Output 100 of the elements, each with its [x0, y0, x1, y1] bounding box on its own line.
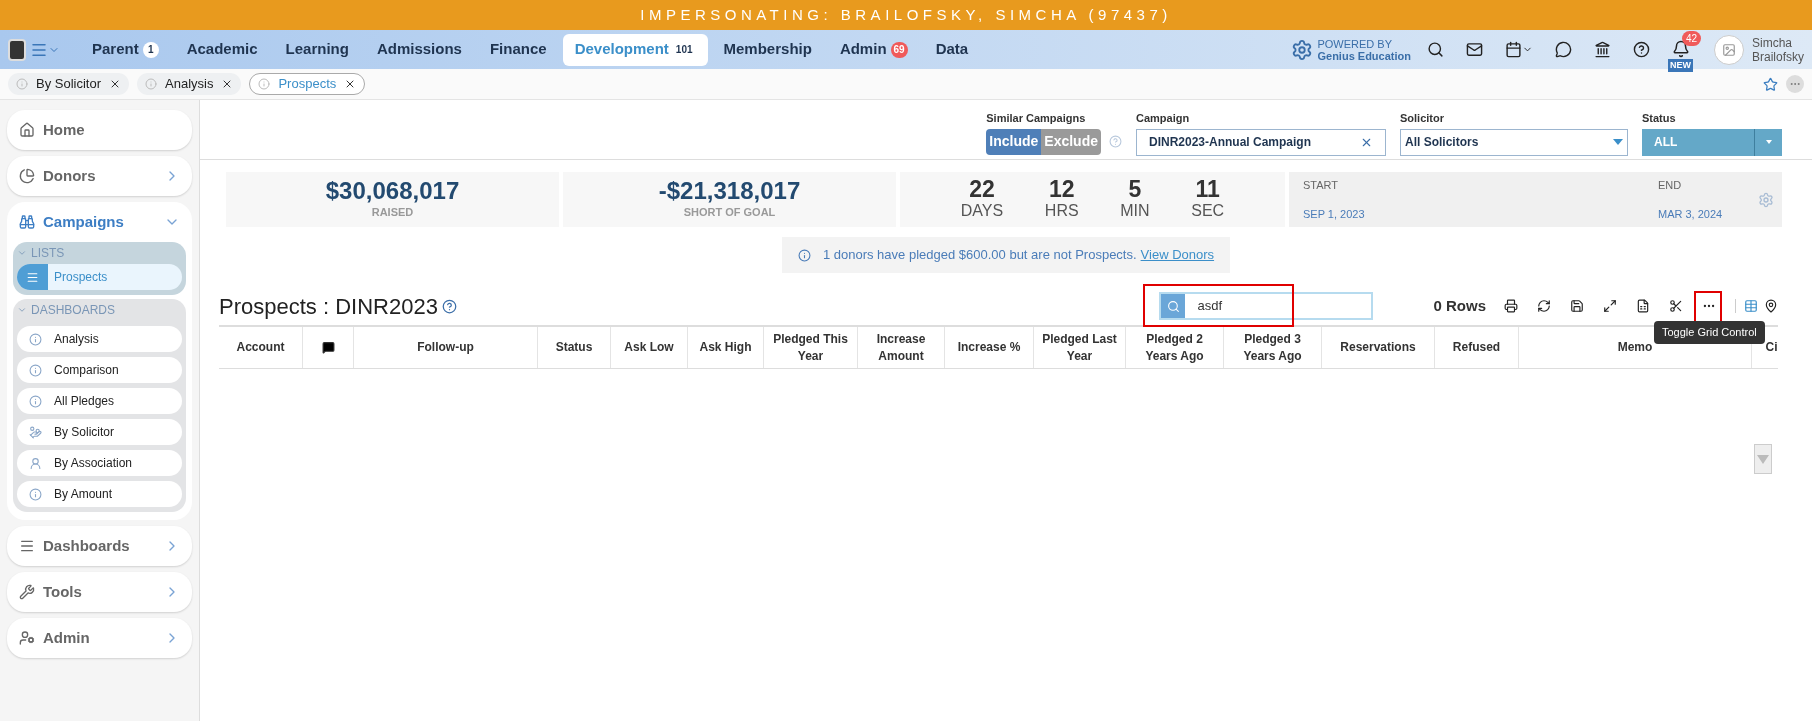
countdown-unit: MIN — [1120, 200, 1150, 221]
nav-tab[interactable]: Membership — [711, 33, 824, 66]
print-icon[interactable] — [1504, 299, 1518, 313]
column-header[interactable]: Pledged 2 Years Ago — [1126, 330, 1223, 365]
stat-label: RAISED — [371, 205, 414, 221]
mail-icon[interactable] — [1466, 41, 1483, 58]
campaign-field[interactable]: DINR2023-Annual Campaign — [1136, 128, 1386, 156]
countdown-unit: SEC — [1191, 200, 1225, 221]
column-header[interactable]: Pledged This Year — [764, 330, 857, 365]
grid-title: Prospects : DINR2023 — [219, 292, 438, 321]
nav-tab[interactable]: Development 101 — [562, 33, 708, 66]
countdown-value: 5 — [1128, 177, 1142, 200]
chat-icon[interactable] — [1555, 41, 1572, 58]
column-header[interactable]: Increase % — [953, 339, 1025, 356]
open-page-tab[interactable]: Analysis — [137, 73, 242, 95]
sidebar-item[interactable]: Campaigns — [7, 202, 192, 242]
refresh-icon[interactable] — [1537, 299, 1551, 313]
sidebar-subitem[interactable]: Comparison — [17, 357, 182, 383]
column-header[interactable]: Follow-up — [413, 339, 478, 356]
column-header[interactable]: Ask High — [695, 339, 756, 356]
nav-tab[interactable]: Finance — [477, 33, 559, 66]
count-badge: 69 — [890, 41, 908, 58]
search-icon[interactable] — [1427, 41, 1444, 58]
date-label: END — [1658, 178, 1683, 193]
sidebar-item[interactable]: Dashboards — [7, 526, 192, 566]
open-page-tab[interactable]: Prospects — [249, 73, 366, 95]
countdown-value: 22 — [969, 177, 995, 200]
caret-icon — [17, 248, 27, 258]
person-icon — [29, 456, 42, 470]
genius-logo-icon — [1291, 38, 1314, 61]
column-header[interactable]: Pledged Last Year — [1034, 330, 1125, 365]
sidebar-item[interactable]: Donors — [7, 156, 192, 196]
info-icon — [29, 394, 42, 408]
countdown-unit: HRS — [1044, 200, 1079, 221]
date-label: START — [1303, 178, 1340, 193]
row-count: 0 Rows — [1433, 295, 1486, 316]
sidebar-item[interactable]: Tools — [7, 572, 192, 612]
save-icon[interactable] — [1570, 299, 1584, 313]
powered-by-text: POWERED BY — [1317, 37, 1394, 50]
column-header[interactable]: Account — [232, 339, 289, 356]
new-tag: NEW — [1668, 58, 1693, 72]
notification-badge: 42 — [1682, 30, 1702, 46]
column-header[interactable]: Pledged 3 Years Ago — [1224, 330, 1321, 365]
sidebar-subitem[interactable]: Analysis — [17, 326, 182, 352]
notice-text: 1 donors have pledged $600.00 but are not Prospects. — [822, 246, 1137, 265]
calendar-menu-icon[interactable] — [1505, 41, 1533, 58]
sidebar-subitem[interactable]: All Pledges — [17, 388, 182, 414]
column-header[interactable]: Reservations — [1336, 339, 1420, 356]
nav-tab[interactable]: Academic — [174, 33, 270, 66]
school-logo-icon[interactable] — [8, 38, 26, 61]
tools-icon[interactable] — [1669, 299, 1683, 313]
column-header[interactable]: Ask Low — [620, 339, 678, 356]
open-page-tab[interactable]: By Solicitor — [8, 73, 130, 95]
wrench-icon — [19, 584, 35, 600]
expand-icon[interactable] — [1603, 299, 1617, 313]
nav-tab[interactable]: Parent 1 — [80, 33, 171, 66]
field-label: Campaign — [1136, 111, 1191, 126]
sidebar-subitem[interactable]: By Solicitor — [17, 419, 182, 445]
list-icon — [26, 270, 39, 284]
tooltip: Toggle Grid Control — [1654, 321, 1765, 344]
image-icon — [1722, 42, 1736, 57]
nav-tab[interactable]: Admissions — [364, 33, 474, 66]
column-header[interactable]: Increase Amount — [858, 330, 944, 365]
home-icon — [19, 122, 35, 138]
search-icon — [1167, 299, 1180, 313]
column-header[interactable]: Memo — [1613, 339, 1657, 356]
menu-icon — [19, 538, 35, 554]
info-icon — [29, 332, 42, 346]
countdown-value: 12 — [1048, 177, 1075, 200]
start-date: SEP 1, 2023 — [1303, 206, 1366, 222]
countdown-value: 11 — [1195, 177, 1220, 200]
favorite-star-icon[interactable] — [1763, 76, 1778, 92]
map-pin-icon[interactable] — [1764, 299, 1778, 313]
info-icon — [29, 487, 42, 501]
user-gear-icon — [19, 630, 35, 646]
pie-chart-icon — [19, 168, 35, 184]
help-icon[interactable] — [1633, 41, 1650, 58]
nav-tab[interactable]: Data — [923, 33, 981, 66]
caret-icon — [1765, 140, 1772, 144]
binoculars-icon — [19, 214, 35, 230]
field-label: Similar Campaigns — [986, 111, 1087, 126]
grid-search-field[interactable]: asdf — [1159, 292, 1374, 320]
info-icon — [16, 78, 28, 90]
impersonation-banner: IMPERSONATING: BRAILOFSKY, SIMCHA (97437) — [0, 0, 1812, 30]
comment-icon — [321, 341, 335, 354]
solicitor-dropdown[interactable]: All Solicitors — [1400, 128, 1628, 156]
column-header[interactable]: Status — [551, 339, 597, 356]
include-button[interactable]: Include — [986, 128, 1042, 155]
count-badge: 1 — [142, 41, 159, 58]
excel-file-icon[interactable] — [1636, 299, 1650, 313]
sidebar-subitem[interactable]: By Association — [17, 450, 182, 476]
sidebar-item[interactable]: Admin — [7, 618, 192, 658]
building-icon[interactable] — [1594, 41, 1611, 58]
grid-view-icon[interactable] — [1744, 299, 1758, 313]
sidebar-item[interactable]: Home — [7, 110, 192, 150]
nav-tab[interactable]: Learning — [273, 33, 361, 66]
column-header[interactable]: Refused — [1448, 339, 1505, 356]
user-last-name: Brailofsky — [1752, 49, 1804, 64]
sidebar-subitem[interactable]: By Amount — [17, 481, 182, 507]
nav-tab[interactable]: Admin 69 — [827, 33, 920, 66]
